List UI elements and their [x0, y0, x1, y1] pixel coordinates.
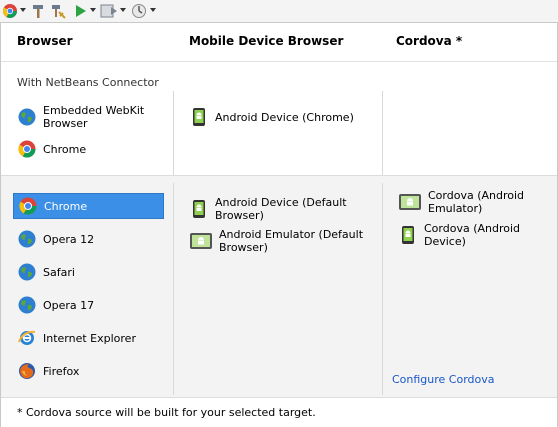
clean-build-icon[interactable] [50, 3, 66, 19]
item-label: Cordova (Android Emulator) [428, 189, 525, 215]
android-emulator-icon [190, 233, 212, 249]
browser-option-chrome[interactable]: Chrome [13, 193, 164, 219]
android-device-icon [402, 226, 414, 244]
mobile-option-android-default[interactable]: Android Device (Default Browser) [185, 196, 380, 222]
item-label: Opera 12 [43, 232, 95, 246]
item-label: Firefox [43, 364, 80, 378]
globe-icon [18, 230, 36, 248]
run-dropdown-chevron-icon[interactable] [90, 8, 96, 12]
android-device-icon [193, 200, 205, 218]
footer: * Cordova source will be built for your … [1, 397, 557, 427]
item-label: Opera 17 [43, 298, 95, 312]
debug-icon[interactable] [100, 3, 118, 19]
cordova-option-android-emulator[interactable]: Cordova (Android Emulator) [394, 189, 554, 215]
internet-explorer-icon [18, 330, 36, 345]
browser-dropdown-chevron-icon[interactable] [20, 8, 26, 12]
globe-icon [18, 296, 36, 314]
android-device-icon [193, 108, 205, 126]
item-label: Safari [43, 265, 75, 279]
run-icon[interactable] [72, 3, 88, 19]
debug-dropdown-chevron-icon[interactable] [120, 8, 126, 12]
cordova-column-header: Cordova * [396, 34, 463, 48]
browser-column-header: Browser [17, 34, 73, 48]
configure-cordova-link[interactable]: Configure Cordova [392, 373, 495, 386]
item-label: Embedded WebKit Browser [43, 104, 145, 130]
hammer-icon[interactable] [30, 3, 46, 19]
mobile-column-header: Mobile Device Browser [189, 34, 344, 48]
browser-select-chrome-icon[interactable] [2, 3, 18, 19]
column-header-row: Browser Mobile Device Browser Cordova * [1, 23, 557, 61]
chrome-icon [18, 140, 36, 158]
cordova-footnote: * Cordova source will be built for your … [17, 406, 316, 419]
browser-option-safari[interactable]: Safari [13, 259, 168, 285]
connector-section-label: With NetBeans Connector [17, 76, 159, 89]
item-label: Android Device (Default Browser) [215, 196, 347, 222]
item-label: Cordova (Android Device) [424, 222, 521, 248]
item-label: Chrome [44, 199, 88, 213]
chrome-icon [19, 197, 37, 215]
browser-option-opera-17[interactable]: Opera 17 [13, 292, 168, 318]
android-emulator-icon [399, 194, 421, 210]
browser-option-embedded-webkit[interactable]: Embedded WebKit Browser [13, 104, 168, 130]
profile-dropdown-chevron-icon[interactable] [150, 8, 156, 12]
mobile-option-android-emulator[interactable]: Android Emulator (Default Browser) [185, 228, 380, 254]
profile-icon[interactable] [131, 3, 147, 19]
globe-icon [18, 108, 36, 126]
cordova-option-android-device[interactable]: Cordova (Android Device) [394, 222, 554, 248]
item-label: Android Emulator (Default Browser) [219, 228, 364, 254]
column-divider [382, 183, 383, 395]
firefox-icon [19, 363, 35, 379]
item-label: Internet Explorer [43, 331, 136, 345]
browser-option-chrome-connector[interactable]: Chrome [13, 136, 168, 162]
browser-selector-panel: Browser Mobile Device Browser Cordova * … [0, 22, 558, 427]
globe-icon [18, 263, 36, 281]
mobile-option-android-chrome[interactable]: Android Device (Chrome) [185, 104, 375, 130]
column-divider [173, 91, 174, 175]
column-divider [173, 183, 174, 395]
toolbar [0, 0, 558, 23]
column-divider [382, 91, 383, 175]
browser-option-firefox[interactable]: Firefox [13, 358, 168, 384]
item-label: Chrome [43, 142, 87, 156]
browser-option-internet-explorer[interactable]: Internet Explorer [13, 325, 168, 351]
browser-option-opera-12[interactable]: Opera 12 [13, 226, 168, 252]
item-label: Android Device (Chrome) [215, 110, 354, 124]
